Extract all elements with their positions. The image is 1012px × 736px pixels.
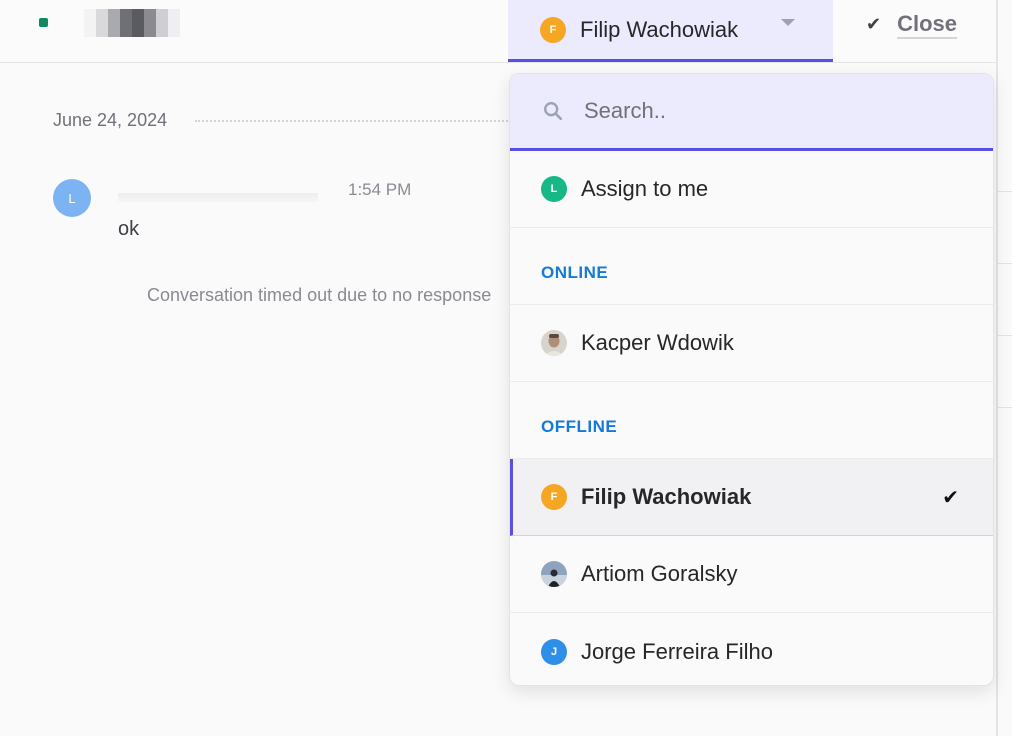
panel-divider-tick [998,407,1012,408]
date-separator: June 24, 2024 [53,110,508,131]
blurred-contact-name [84,9,180,37]
agent-name: Filip Wachowiak [581,484,752,509]
agent-avatar: F [541,484,567,510]
agent-name: Artiom Goralsky [581,561,738,586]
agent-photo-avatar [541,561,567,587]
agent-name: Kacper Wdowik [581,330,734,355]
agent-option[interactable]: Kacper Wdowik [510,305,993,382]
assignee-avatar: F [540,16,566,43]
assign-to-me-avatar: L [541,176,567,202]
assignee-name: Filip Wachowiak [580,16,739,42]
agent-option[interactable]: J Jorge Ferreira Filho [510,613,993,685]
message-avatar: L [53,179,91,217]
date-label: June 24, 2024 [53,110,168,130]
close-conversation-button[interactable]: ✔ Close [866,8,957,40]
section-header-offline: OFFLINE [510,382,993,459]
agent-option[interactable]: Artiom Goralsky [510,536,993,613]
conversation-header: F Filip Wachowiak ✔ Close [0,0,997,63]
message-time: 1:54 PM [348,180,412,199]
system-note: Conversation timed out due to no respons… [147,285,492,305]
search-input[interactable] [584,98,964,124]
agent-photo-avatar [541,330,567,356]
status-indicator [39,18,48,27]
panel-divider-tick [998,335,1012,336]
agent-avatar: J [541,638,567,665]
panel-divider [996,0,998,736]
search-bar [510,74,993,151]
caret-down-icon [781,19,795,26]
assign-to-me-option[interactable]: L Assign to me [510,151,993,228]
panel-divider-tick [998,191,1012,192]
assignee-dropdown-button[interactable]: F Filip Wachowiak [508,0,833,62]
section-header-online: ONLINE [510,228,993,305]
message-text: ok [118,218,140,240]
option-label: Assign to me [581,176,709,201]
check-icon: ✔ [866,13,882,34]
close-label: Close [897,11,958,36]
blurred-sender-name [118,180,318,202]
panel-divider-tick [998,263,1012,264]
dotted-divider [195,119,508,122]
agent-option-selected[interactable]: F Filip Wachowiak ✔ [510,459,993,536]
selected-check-icon: ✔ [942,486,959,509]
assignee-dropdown-menu: L Assign to me ONLINE Kacper Wdowik OFFL… [509,73,994,686]
agent-name: Jorge Ferreira Filho [581,638,773,664]
search-icon [544,102,563,121]
